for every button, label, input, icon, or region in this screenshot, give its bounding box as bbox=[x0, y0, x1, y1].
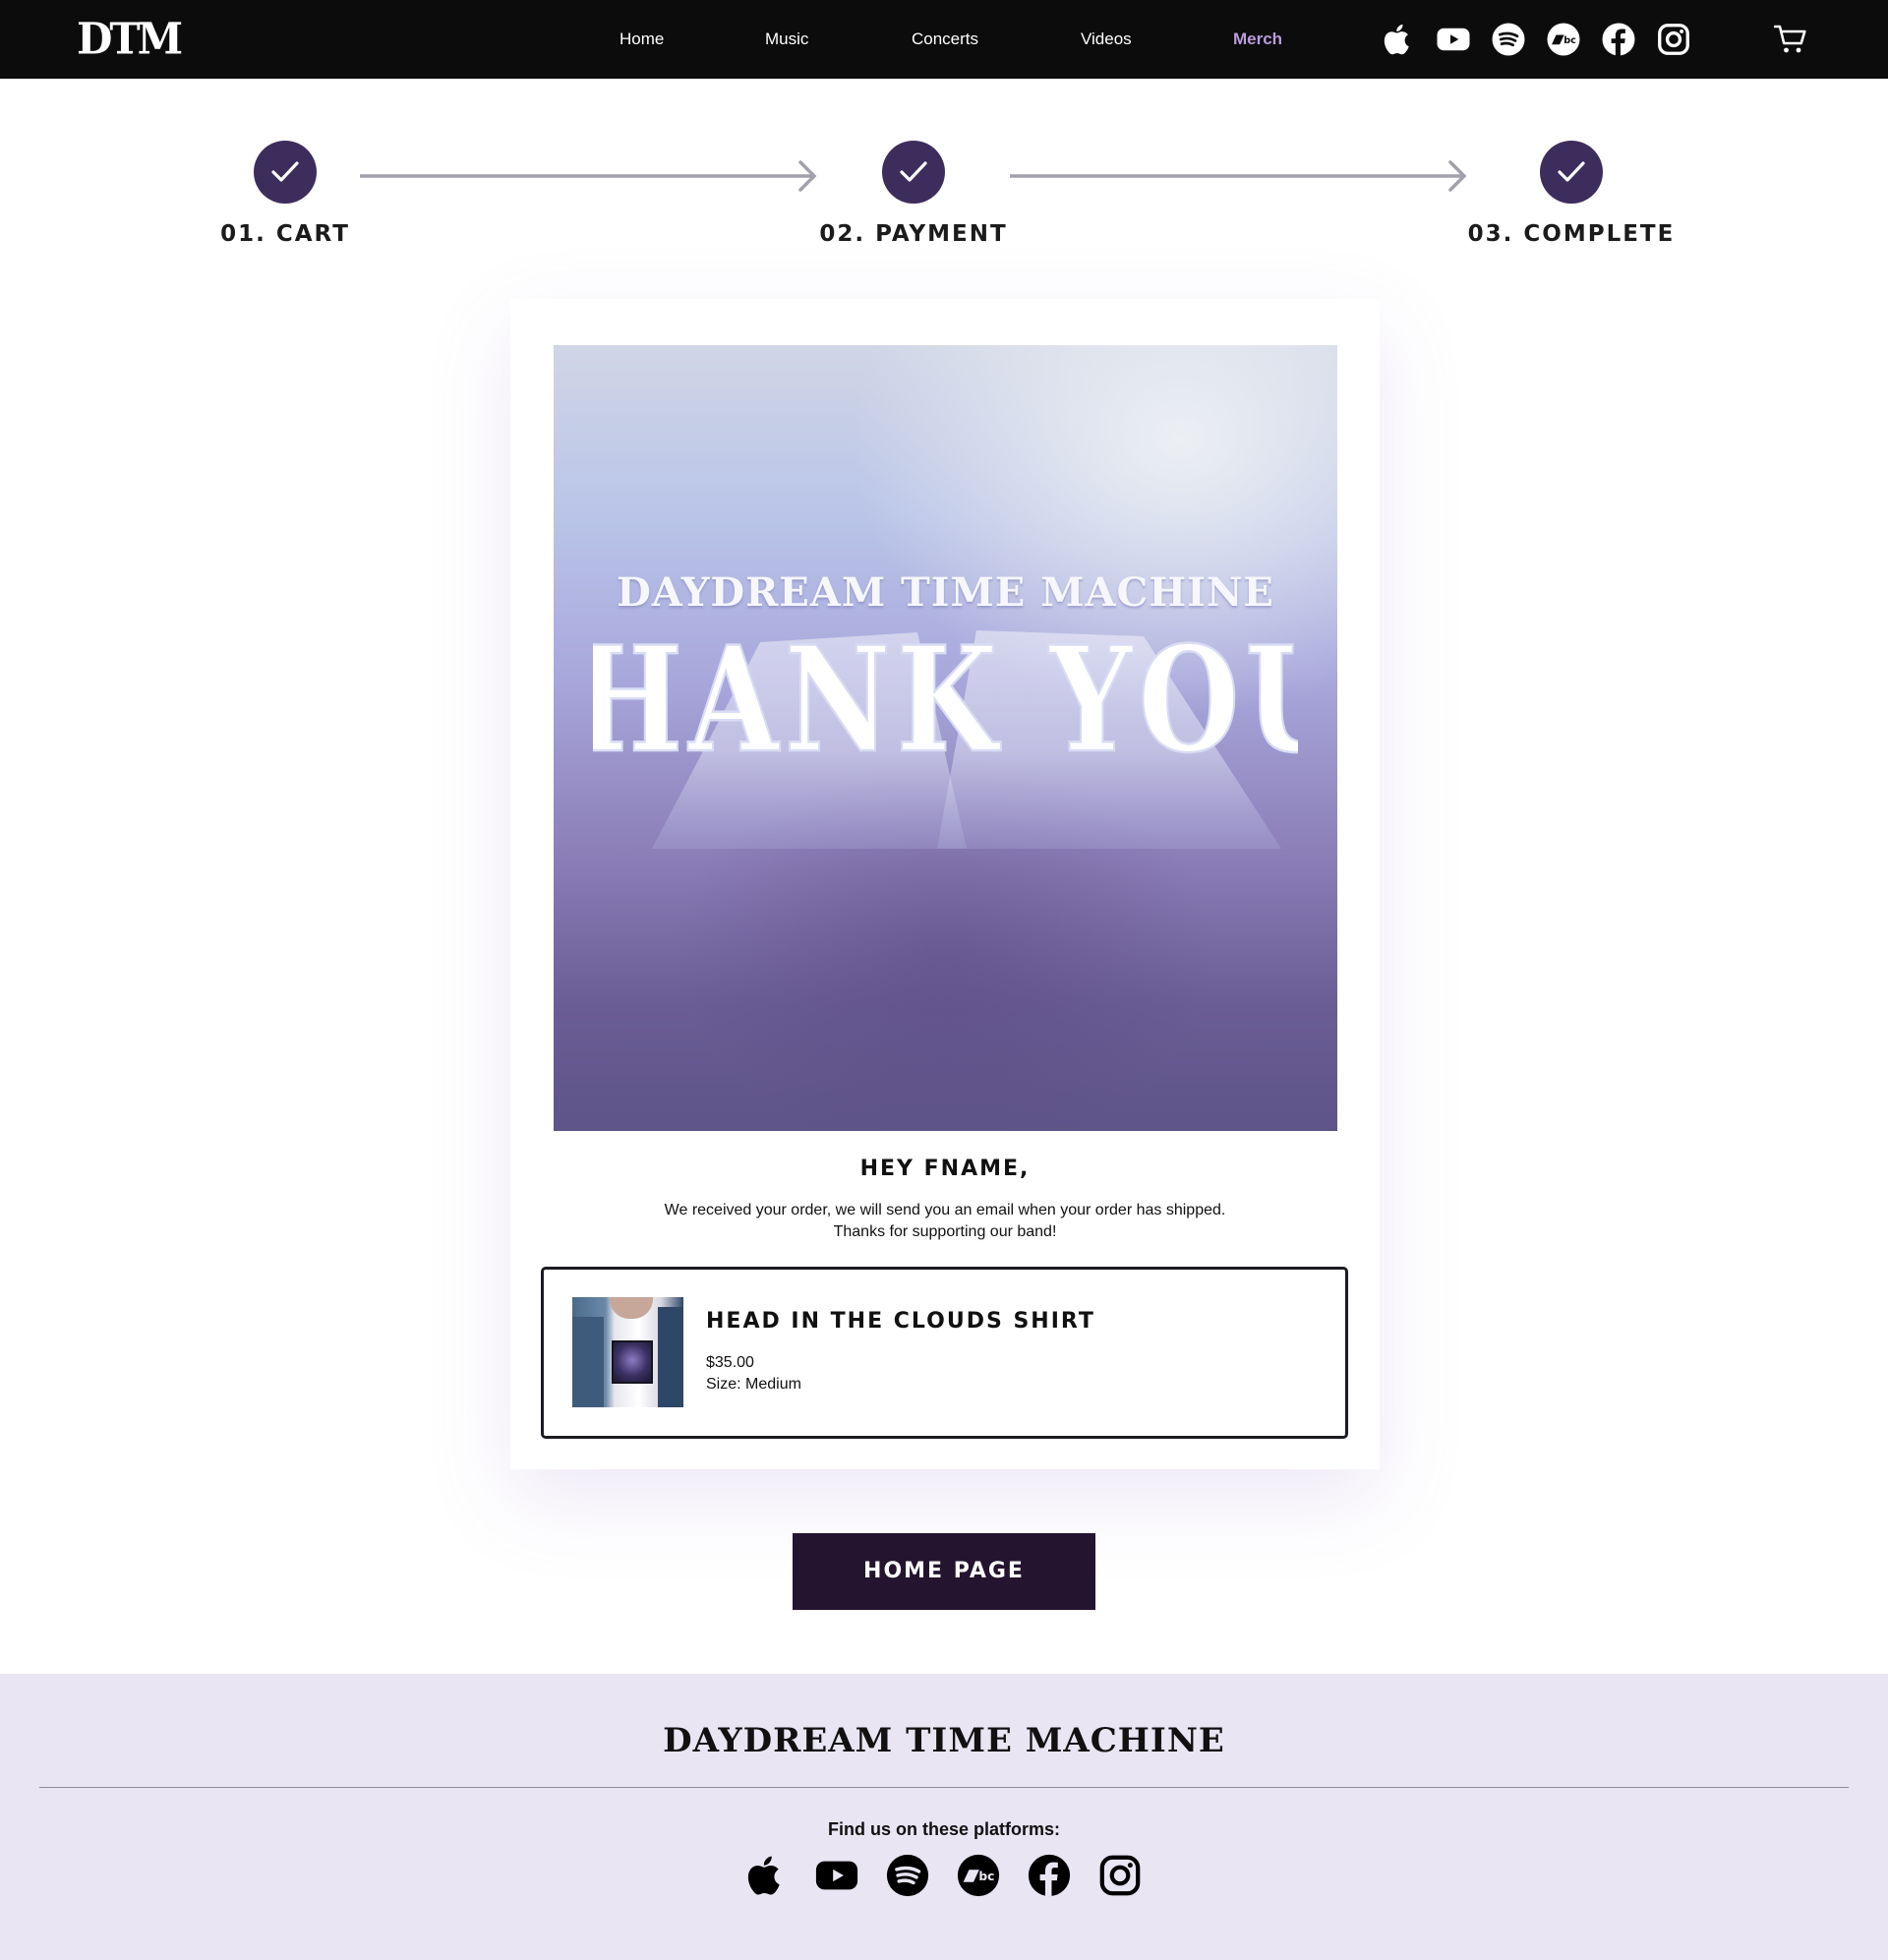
instagram-icon[interactable] bbox=[1097, 1853, 1143, 1898]
order-confirmation-card: DAYDREAM TIME MACHINE THANK YOU! HEY FNA… bbox=[510, 299, 1380, 1469]
artwork-band-name: DAYDREAM TIME MACHINE bbox=[617, 569, 1274, 616]
site-footer: DAYDREAM TIME MACHINE Find us on these p… bbox=[0, 1674, 1888, 1960]
youtube-icon[interactable] bbox=[1436, 22, 1471, 57]
product-size: Size: Medium bbox=[706, 1376, 801, 1393]
step-payment: 02. PAYMENT bbox=[796, 141, 1032, 259]
nav-link-home[interactable]: Home bbox=[620, 28, 664, 51]
nav-link-concerts[interactable]: Concerts bbox=[912, 28, 978, 51]
customer-greeting: HEY FNAME, bbox=[859, 1157, 1031, 1181]
confirmation-message-line: Thanks for supporting our band! bbox=[833, 1223, 1057, 1240]
youtube-icon[interactable] bbox=[814, 1853, 859, 1898]
product-price: $35.00 bbox=[706, 1354, 754, 1371]
footer-band-name: DAYDREAM TIME MACHINE bbox=[663, 1721, 1225, 1760]
thank-you-artwork: DAYDREAM TIME MACHINE THANK YOU! bbox=[554, 345, 1337, 1131]
step-arrow-icon bbox=[1010, 160, 1467, 192]
spotify-icon[interactable] bbox=[885, 1853, 930, 1898]
step-complete-badge bbox=[1540, 141, 1603, 204]
apple-music-icon[interactable] bbox=[743, 1853, 789, 1898]
apple-music-icon[interactable] bbox=[1381, 22, 1416, 57]
bandcamp-icon[interactable] bbox=[1546, 22, 1581, 57]
order-item-summary: HEAD IN THE CLOUDS SHIRT $35.00 Size: Me… bbox=[541, 1267, 1348, 1439]
platforms-heading: Find us on these platforms: bbox=[827, 1819, 1060, 1839]
facebook-icon[interactable] bbox=[1601, 22, 1636, 57]
step-arrow-icon bbox=[360, 160, 817, 192]
confirmation-message: We received your order, we will send you… bbox=[510, 1200, 1380, 1243]
step-complete-badge bbox=[882, 141, 945, 204]
facebook-icon[interactable] bbox=[1027, 1853, 1072, 1898]
step-label: 02. PAYMENT bbox=[819, 221, 1008, 247]
artwork-headline: THANK YOU! bbox=[593, 623, 1298, 849]
confirmation-message-line: We received your order, we will send you… bbox=[664, 1202, 1226, 1218]
instagram-icon[interactable] bbox=[1656, 22, 1691, 57]
step-complete-badge bbox=[254, 141, 317, 204]
spotify-icon[interactable] bbox=[1491, 22, 1526, 57]
home-page-button[interactable]: HOME PAGE bbox=[793, 1533, 1095, 1610]
product-thumbnail[interactable] bbox=[572, 1297, 683, 1407]
artwork-headline-text: THANK YOU! bbox=[593, 623, 1298, 785]
checkmark-icon bbox=[271, 161, 299, 182]
step-label: 03. COMPLETE bbox=[1467, 221, 1676, 247]
checkmark-icon bbox=[900, 161, 927, 182]
bandcamp-icon[interactable] bbox=[956, 1853, 1001, 1898]
top-navigation-bar: DTM Home Music Concerts Videos Merch bbox=[0, 0, 1888, 79]
product-name: HEAD IN THE CLOUDS SHIRT bbox=[706, 1309, 1095, 1334]
nav-link-merch[interactable]: Merch bbox=[1233, 28, 1282, 51]
nav-link-videos[interactable]: Videos bbox=[1081, 28, 1132, 51]
shopping-cart-icon[interactable] bbox=[1774, 24, 1807, 55]
band-logo[interactable]: DTM bbox=[77, 16, 183, 62]
step-label: 01. CART bbox=[220, 221, 350, 247]
nav-link-music[interactable]: Music bbox=[765, 28, 808, 51]
step-cart: 01. CART bbox=[167, 141, 403, 259]
checkmark-icon bbox=[1558, 161, 1585, 182]
step-complete: 03. COMPLETE bbox=[1453, 141, 1689, 259]
footer-divider bbox=[39, 1787, 1849, 1788]
